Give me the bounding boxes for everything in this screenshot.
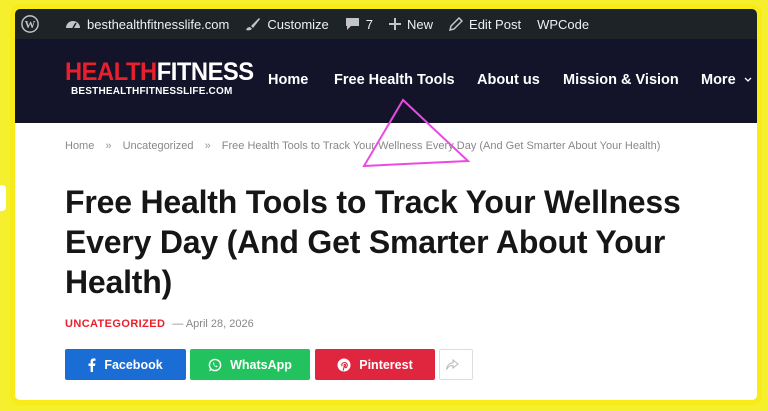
share-whatsapp-button[interactable]: WhatsApp: [190, 349, 310, 380]
new-content-link[interactable]: New: [381, 9, 441, 39]
breadcrumb: Home » Uncategorized » Free Health Tools…: [65, 140, 660, 152]
share-facebook-button[interactable]: Facebook: [65, 349, 186, 380]
breadcrumb-home[interactable]: Home: [65, 140, 94, 152]
nav-home[interactable]: Home: [268, 72, 308, 88]
share-pinterest-button[interactable]: Pinterest: [315, 349, 435, 380]
share-arrow-icon: [445, 358, 459, 370]
wpcode-label: WPCode: [537, 16, 590, 32]
edit-post-link[interactable]: Edit Post: [441, 9, 529, 39]
logo-domain-text: BESTHEALTHFITNESSLIFE.COM: [71, 86, 233, 97]
wordpress-logo-icon[interactable]: W: [15, 9, 57, 39]
share-whatsapp-label: WhatsApp: [230, 357, 292, 372]
post-category[interactable]: UNCATEGORIZED: [65, 318, 165, 330]
nav-about-us[interactable]: About us: [477, 72, 540, 88]
post-date: — April 28, 2026: [172, 318, 254, 330]
customize-label: Customize: [267, 16, 329, 32]
nav-free-health-tools[interactable]: Free Health Tools: [334, 72, 455, 88]
admin-site-link[interactable]: besthealthfitnesslife.com: [57, 9, 237, 39]
chevron-down-icon: [744, 77, 752, 82]
share-more-button[interactable]: [439, 349, 473, 380]
breadcrumb-separator: »: [204, 140, 211, 152]
wpcode-link[interactable]: WPCode: [529, 9, 597, 39]
wp-admin-bar: W besthealthfitnesslife.com Customize 7 …: [15, 9, 757, 39]
frame-edge: [0, 185, 6, 211]
admin-site-label: besthealthfitnesslife.com: [87, 16, 230, 32]
breadcrumb-current: Free Health Tools to Track Your Wellness…: [221, 140, 661, 152]
pencil-icon: [449, 17, 464, 31]
pinterest-icon: [337, 358, 351, 371]
comment-icon: [345, 18, 359, 30]
edit-post-label: Edit Post: [469, 16, 522, 32]
site-logo[interactable]: HEALTHFITNESS BESTHEALTHFITNESSLIFE.COM: [65, 58, 264, 98]
breadcrumb-category[interactable]: Uncategorized: [123, 140, 194, 152]
nav-mission-vision[interactable]: Mission & Vision: [563, 72, 679, 88]
comments-link[interactable]: 7: [337, 9, 381, 39]
svg-text:W: W: [25, 19, 36, 31]
nav-more[interactable]: More: [701, 72, 753, 88]
logo-health-text: HEALTH: [65, 58, 157, 86]
facebook-icon: [88, 357, 96, 372]
post-title: Free Health Tools to Track Your Wellness…: [65, 184, 681, 300]
plus-icon: [389, 18, 402, 30]
share-facebook-label: Facebook: [104, 357, 163, 372]
site-header: HEALTHFITNESS BESTHEALTHFITNESSLIFE.COM …: [15, 39, 757, 123]
whatsapp-icon: [208, 358, 222, 371]
customize-link[interactable]: Customize: [237, 9, 336, 39]
post-meta: UNCATEGORIZED — April 28, 2026: [65, 318, 254, 330]
dashboard-icon: [66, 21, 80, 29]
logo-fitness-text: FITNESS: [156, 58, 254, 86]
breadcrumb-separator: »: [105, 140, 112, 152]
comments-count: 7: [365, 16, 374, 32]
nav-more-label: More: [701, 72, 736, 88]
share-pinterest-label: Pinterest: [359, 357, 413, 372]
browser-frame: W besthealthfitnesslife.com Customize 7 …: [10, 4, 762, 405]
new-label: New: [407, 16, 434, 32]
brush-icon: [246, 18, 261, 31]
